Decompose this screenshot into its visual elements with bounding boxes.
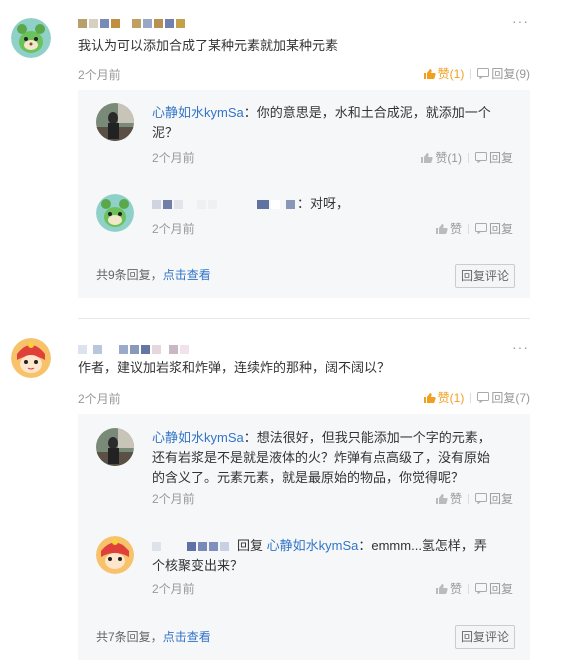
reply-user-name[interactable] — [152, 540, 231, 554]
thumbs-up-icon — [423, 68, 436, 79]
thumbs-up-icon — [435, 493, 448, 504]
like-button[interactable]: 赞 — [435, 490, 462, 507]
reply-content-cont: 泥？ — [152, 125, 179, 140]
avatar[interactable] — [96, 428, 134, 466]
green-cartoon-avatar-icon — [11, 18, 51, 58]
reply-icon — [474, 152, 487, 163]
like-button[interactable]: 赞 — [435, 220, 462, 237]
reply-label: 回复 — [488, 222, 513, 236]
thumbs-up-icon — [435, 583, 448, 594]
like-label: 赞(1) — [437, 67, 465, 81]
comment-time: 2个月前 — [78, 392, 121, 406]
reply-text: ：对呀， — [152, 194, 349, 214]
thumbs-up-icon — [435, 223, 448, 234]
user-name[interactable] — [78, 16, 187, 30]
like-label: 赞(1) — [437, 391, 465, 405]
reply-label: 回复 — [488, 492, 513, 506]
reply-count-text: 共7条回复， — [96, 630, 163, 644]
reply-icon — [474, 583, 487, 594]
view-more-link[interactable]: 点击查看 — [163, 268, 211, 282]
comment-time: 2个月前 — [78, 68, 121, 82]
reply-actions: 赞 回复 — [435, 220, 513, 237]
reply-content-cont: 还有岩浆是不是就是液体的火？炸弹有点高级了，没有原始 — [152, 450, 491, 465]
reply-actions: 赞(1) 回复 — [420, 149, 513, 166]
reply-count: 共7条回复，点击查看 — [96, 628, 211, 645]
reply-icon — [477, 392, 490, 403]
comment-text: 我认为可以添加合成了某种元素就加某种元素 — [78, 38, 339, 53]
like-label: 赞 — [449, 222, 462, 236]
red-cartoon-avatar-icon — [11, 338, 51, 378]
red-cartoon-avatar-icon — [96, 536, 134, 574]
like-button[interactable]: 赞 — [435, 580, 462, 597]
reply-actions: 赞 回复 — [435, 580, 513, 597]
reply-content-cont: 个核聚变出来？ — [152, 558, 244, 573]
comment-actions: 赞(1) 回复(9) — [423, 65, 530, 82]
reply-label: 回复 — [488, 151, 513, 165]
reply-comment-button[interactable]: 回复评论 — [455, 264, 516, 288]
reply-icon — [474, 223, 487, 234]
avatar[interactable] — [96, 194, 134, 232]
reply-icon — [477, 68, 490, 79]
user-name[interactable] — [78, 342, 191, 356]
reply-user-name[interactable] — [152, 198, 297, 212]
reply-button[interactable]: 回复 — [474, 490, 513, 507]
reply-content: ：你的意思是，水和土合成泥，就添加一个 — [243, 105, 491, 120]
reply-word: 回复 — [237, 538, 264, 553]
like-button[interactable]: 赞(1) — [420, 149, 462, 166]
avatar[interactable] — [96, 536, 134, 574]
reply-text: 心静如水kymSa：想法很好，但我只能添加一个字的元素， 还有岩浆是不是就是液体… — [152, 428, 492, 488]
reply-button[interactable]: 回复 — [474, 220, 513, 237]
view-more-link[interactable]: 点击查看 — [163, 630, 211, 644]
like-button[interactable]: 赞(1) — [423, 65, 465, 82]
reply-content: ：对呀， — [297, 196, 350, 211]
reply-time: 2个月前 — [152, 492, 195, 506]
reply-button[interactable]: 回复 — [474, 149, 513, 166]
thumbs-up-icon — [421, 152, 433, 163]
green-cartoon-avatar-icon — [96, 194, 134, 232]
reply-user-name[interactable]: 心静如水kymSa — [152, 105, 244, 120]
reply-label: 回复(9) — [491, 67, 530, 81]
reply-count-text: 共9条回复， — [96, 268, 163, 282]
comment-text: 作者，建议加岩浆和炸弹，连续炸的那种，阔不阔以？ — [78, 360, 391, 375]
reply-to-user[interactable]: 心静如水kymSa — [267, 538, 359, 553]
reply-button[interactable]: 回复 — [474, 580, 513, 597]
reply-time: 2个月前 — [152, 151, 195, 165]
reply-label: 回复(7) — [491, 391, 530, 405]
reply-text: 回复 心静如水kymSa：emmm...氢怎样，弄 个核聚变出来？ — [152, 536, 502, 576]
like-label: 赞 — [449, 492, 462, 506]
reply-icon — [474, 493, 487, 504]
photo-avatar-icon — [96, 103, 134, 141]
more-dots-icon[interactable]: ··· — [512, 339, 529, 355]
comment-actions: 赞(1) 回复(7) — [423, 389, 530, 406]
like-button[interactable]: 赞(1) — [423, 389, 465, 406]
avatar[interactable] — [11, 338, 51, 378]
more-dots-icon[interactable]: ··· — [512, 13, 529, 29]
avatar[interactable] — [96, 103, 134, 141]
like-label: 赞 — [449, 582, 462, 596]
reply-user-name[interactable]: 心静如水kymSa — [152, 430, 244, 445]
reply-button[interactable]: 回复(7) — [477, 389, 530, 406]
avatar[interactable] — [11, 18, 51, 58]
reply-button[interactable]: 回复(9) — [477, 65, 530, 82]
thumbs-up-icon — [423, 392, 436, 403]
reply-time: 2个月前 — [152, 222, 195, 236]
reply-content: ：想法很好，但我只能添加一个字的元素， — [243, 430, 491, 445]
like-label: 赞(1) — [435, 151, 462, 165]
reply-text: 心静如水kymSa：你的意思是，水和土合成泥，就添加一个 泥？ — [152, 103, 492, 143]
reply-content: ：emmm...氢怎样，弄 — [358, 538, 487, 553]
reply-label: 回复 — [488, 582, 513, 596]
divider — [78, 318, 530, 319]
reply-count: 共9条回复，点击查看 — [96, 266, 211, 283]
reply-actions: 赞 回复 — [435, 490, 513, 507]
reply-content-cont: 的含义了。元素元素，就是最原始的物品，你觉得呢？ — [152, 470, 465, 485]
reply-comment-button[interactable]: 回复评论 — [455, 625, 516, 649]
photo-avatar-icon — [96, 428, 134, 466]
reply-time: 2个月前 — [152, 582, 195, 596]
